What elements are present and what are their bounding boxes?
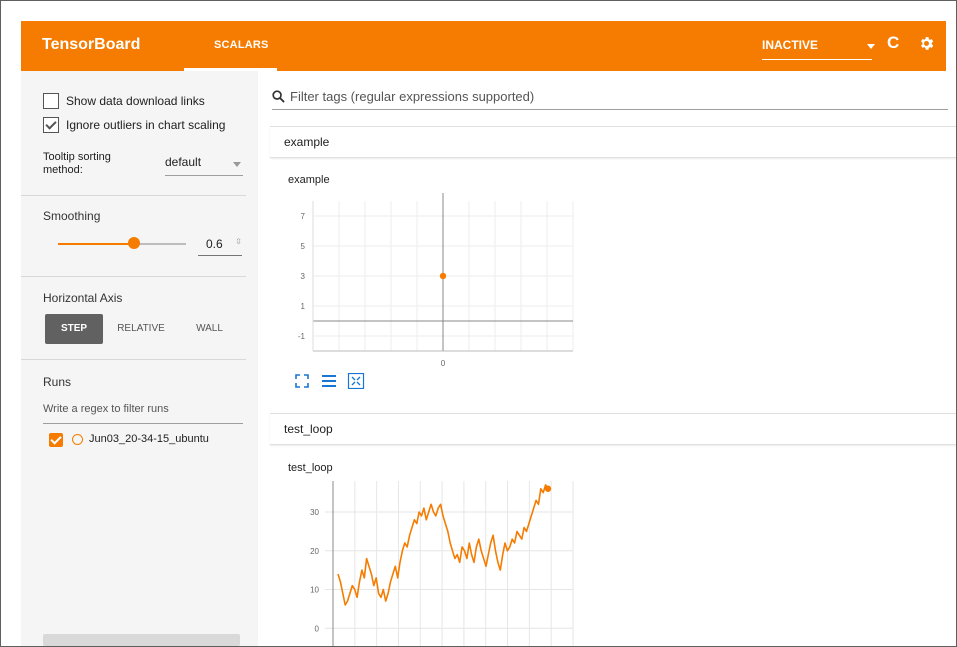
chart-title: example <box>288 174 330 186</box>
fullscreen-icon[interactable] <box>295 374 309 388</box>
tooltip-sorting-label: Tooltip sorting method: <box>43 151 111 176</box>
y-tick-label: 20 <box>310 547 319 556</box>
tooltip-sorting-value: default <box>165 155 202 169</box>
y-tick-label: -1 <box>298 332 306 341</box>
category-name: example <box>284 135 330 149</box>
inactive-dashboards-dropdown[interactable]: INACTIVE <box>762 35 875 60</box>
smoothing-slider-track[interactable] <box>136 243 186 245</box>
chart-example[interactable]: -1 1 3 5 7 0 <box>288 191 588 381</box>
tag-filter-placeholder: Filter tags (regular expressions support… <box>290 89 535 104</box>
chart-title: test_loop <box>288 462 333 474</box>
spinner-arrows-icon[interactable]: ⇳ <box>235 237 242 246</box>
sidebar: Show data download links Ignore outliers… <box>21 71 258 646</box>
chart-test-loop[interactable]: 0 10 20 30 <box>288 481 588 647</box>
run-checkbox[interactable] <box>49 433 63 447</box>
tag-filter-input[interactable]: Filter tags (regular expressions support… <box>272 87 948 110</box>
category-name: test_loop <box>284 422 333 436</box>
chart-toolbar-icons <box>295 372 365 390</box>
smoothing-title: Smoothing <box>43 209 101 223</box>
runs-filter-placeholder: Write a regex to filter runs <box>43 403 169 415</box>
ignore-outliers-checkbox[interactable]: Ignore outliers in chart scaling <box>43 117 225 135</box>
top-app-bar: TensorBoard SCALARS INACTIVE C <box>21 21 946 71</box>
y-tick-label: 5 <box>301 242 306 251</box>
reload-icon[interactable]: C <box>887 33 899 53</box>
chevron-down-icon <box>867 44 875 49</box>
checkbox-unchecked-icon[interactable] <box>43 93 59 109</box>
chart-example-svg[interactable]: -1 1 3 5 7 0 <box>288 191 588 381</box>
last-point-marker <box>544 485 552 492</box>
tooltip-sorting-select[interactable]: default <box>165 153 243 176</box>
data-point <box>439 272 447 280</box>
smoothing-slider-knob[interactable] <box>128 237 140 249</box>
y-tick-label: 3 <box>301 272 306 281</box>
y-tick-label: 7 <box>301 212 306 221</box>
divider <box>21 359 246 360</box>
gear-icon[interactable] <box>918 35 935 52</box>
category-header-example[interactable]: example <box>270 126 956 158</box>
y-tick-label: 30 <box>310 508 319 517</box>
checkbox-checked-icon[interactable] <box>43 117 59 133</box>
run-color-circle-icon <box>72 434 83 445</box>
list-icon[interactable] <box>322 375 336 387</box>
dropdown-value: INACTIVE <box>762 38 819 52</box>
app-title: TensorBoard <box>42 36 141 53</box>
chart-toolbar <box>294 372 374 390</box>
smoothing-value: 0.6 <box>206 237 223 251</box>
y-tick-label: 1 <box>301 302 306 311</box>
sidebar-scrollbar[interactable] <box>43 634 240 646</box>
show-download-links-checkbox[interactable]: Show data download links <box>43 93 205 111</box>
y-tick-label: 10 <box>310 586 319 595</box>
series-line <box>337 484 549 606</box>
divider <box>21 276 246 277</box>
chart-card-example: example -1 1 3 5 7 0 <box>270 163 956 403</box>
main-content: Filter tags (regular expressions support… <box>258 71 956 647</box>
axis-relative-button[interactable]: RELATIVE <box>111 314 171 344</box>
x-tick-label: 0 <box>441 359 446 368</box>
search-icon <box>272 90 285 103</box>
show-download-links-label: Show data download links <box>66 94 205 108</box>
fit-domain-icon[interactable] <box>347 372 365 390</box>
runs-title: Runs <box>43 375 72 389</box>
horizontal-axis-title: Horizontal Axis <box>43 291 123 305</box>
screenshot-frame: TensorBoard SCALARS INACTIVE C Show data… <box>0 0 957 647</box>
chevron-down-icon <box>233 162 241 167</box>
smoothing-input[interactable]: 0.6 ⇳ <box>198 233 242 256</box>
tab-scalars[interactable]: SCALARS <box>214 39 269 51</box>
axis-step-button[interactable]: STEP <box>45 314 103 344</box>
ignore-outliers-label: Ignore outliers in chart scaling <box>66 118 226 132</box>
run-name: Jun03_20-34-15_ubuntu <box>89 433 209 445</box>
runs-filter-input[interactable]: Write a regex to filter runs <box>43 401 243 424</box>
divider <box>21 195 246 196</box>
chart-card-test-loop: test_loop 0 10 20 30 <box>270 451 956 647</box>
y-tick-label: 0 <box>315 624 320 633</box>
axis-wall-button[interactable]: WALL <box>187 314 232 344</box>
chart-test-loop-svg[interactable]: 0 10 20 30 <box>288 481 588 647</box>
category-header-test-loop[interactable]: test_loop <box>270 413 956 445</box>
smoothing-slider-track-active[interactable] <box>58 243 136 245</box>
